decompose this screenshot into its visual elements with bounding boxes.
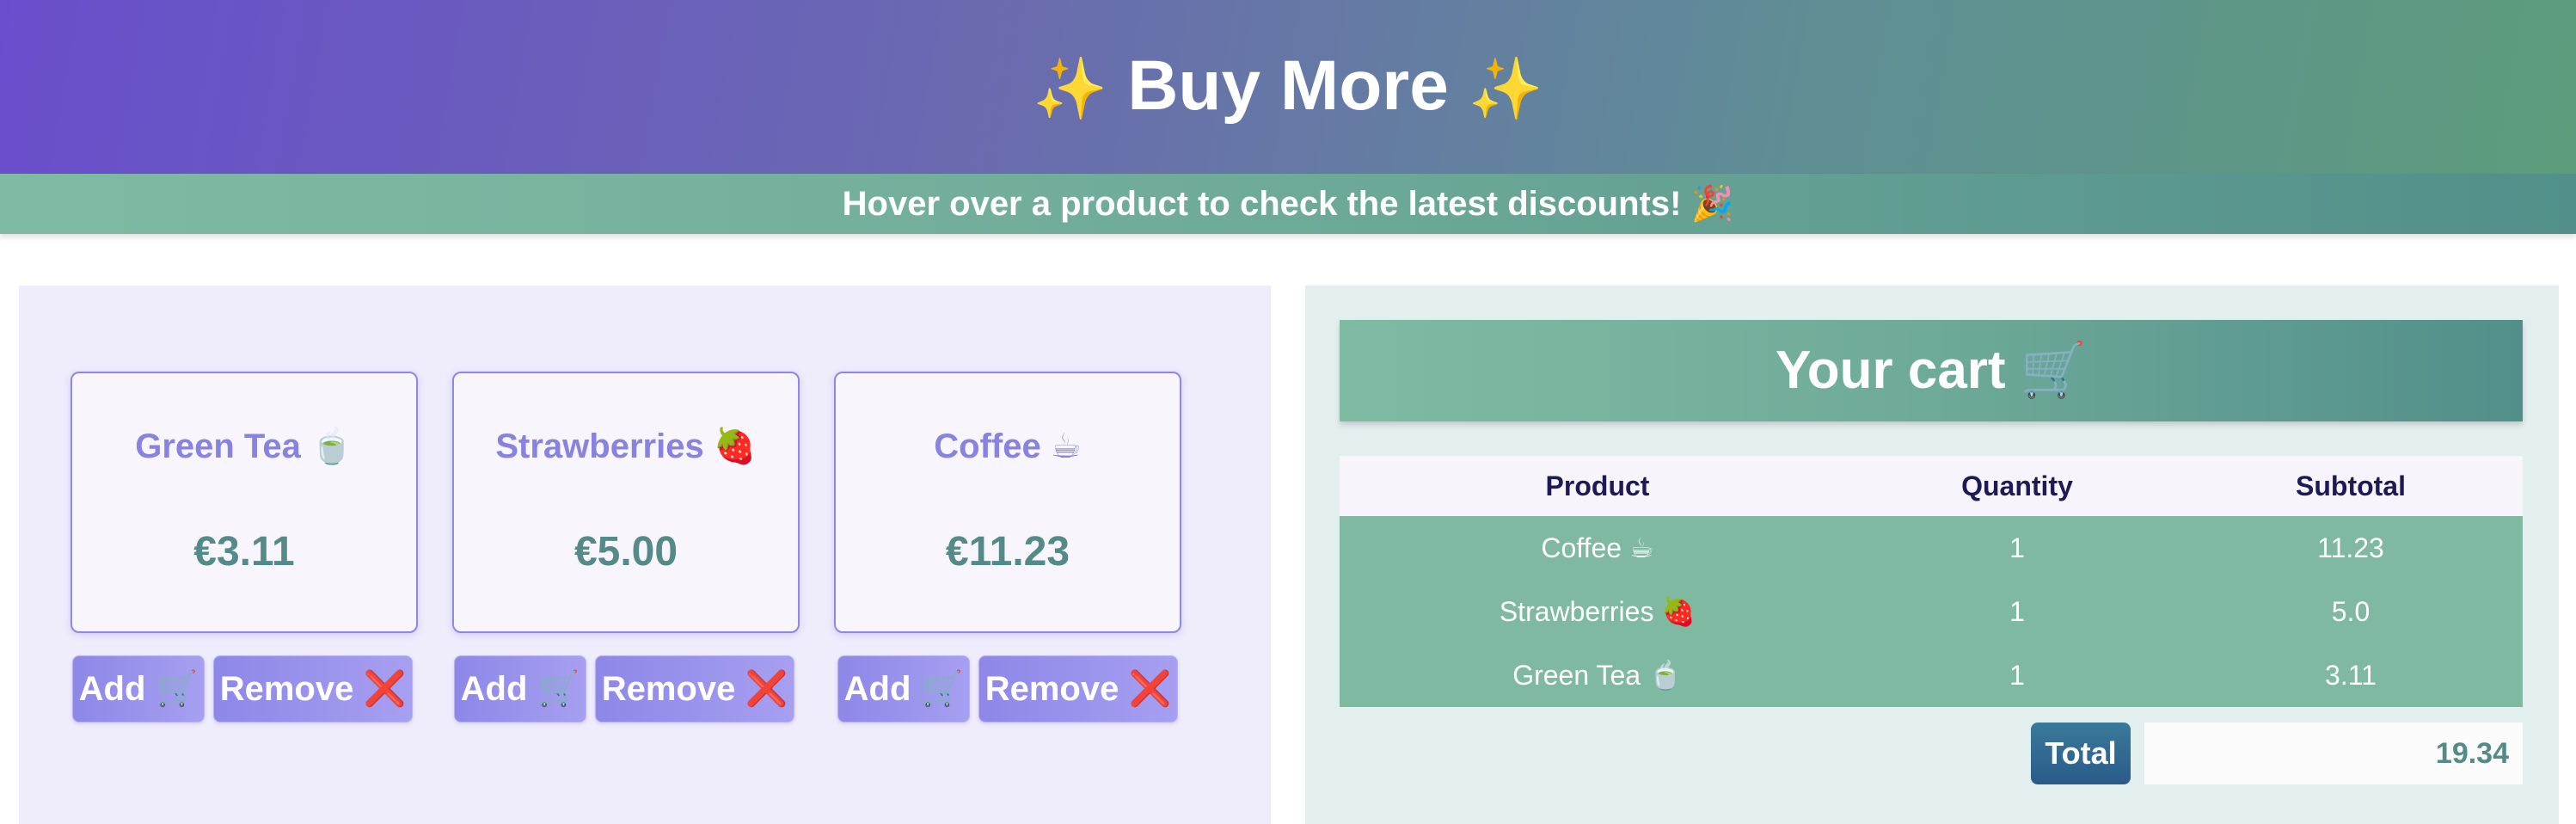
remove-label: Remove — [219, 670, 354, 708]
row-subtotal: 3.11 — [2179, 643, 2523, 707]
table-row: Coffee ☕ 1 11.23 — [1340, 516, 2523, 580]
products-panel: Green Tea 🍵 €3.11 Add 🛒 Remove ❌ Strawbe… — [19, 286, 1271, 824]
row-quantity: 1 — [1855, 643, 2179, 707]
column-header-product: Product — [1340, 456, 1855, 516]
cart-panel: Your cart 🛒 Product Quantity Subtotal Co… — [1305, 286, 2559, 824]
row-product: Green Tea 🍵 — [1340, 643, 1855, 707]
row-product: Strawberries 🍓 — [1340, 580, 1855, 643]
remove-green-tea-button[interactable]: Remove ❌ — [213, 655, 413, 723]
total-label: Total — [2031, 723, 2131, 784]
add-coffee-button[interactable]: Add 🛒 — [837, 655, 970, 723]
column-header-quantity: Quantity — [1855, 456, 2179, 516]
row-quantity: 1 — [1855, 580, 2179, 643]
cart-title: Your cart 🛒 — [1340, 320, 2523, 421]
product-name: Strawberries 🍓 — [495, 427, 757, 465]
row-quantity: 1 — [1855, 516, 2179, 580]
row-product: Coffee ☕ — [1340, 516, 1855, 580]
cross-icon: ❌ — [363, 670, 407, 708]
page-title: ✨ Buy More ✨ — [0, 43, 2576, 132]
row-subtotal: 11.23 — [2179, 516, 2523, 580]
cross-icon: ❌ — [1128, 670, 1172, 708]
product-name: Coffee ☕ — [934, 427, 1082, 465]
table-row: Green Tea 🍵 1 3.11 — [1340, 643, 2523, 707]
table-row: Strawberries 🍓 1 5.0 — [1340, 580, 2523, 643]
discount-banner: Hover over a product to check the latest… — [0, 174, 2576, 234]
product-card-green-tea[interactable]: Green Tea 🍵 €3.11 — [71, 372, 418, 633]
product-price: €11.23 — [945, 529, 1070, 575]
remove-strawberries-button[interactable]: Remove ❌ — [595, 655, 794, 723]
remove-label: Remove — [984, 670, 1119, 708]
add-green-tea-button[interactable]: Add 🛒 — [72, 655, 205, 723]
product-price: €3.11 — [193, 529, 295, 575]
add-strawberries-button[interactable]: Add 🛒 — [454, 655, 586, 723]
column-header-subtotal: Subtotal — [2179, 456, 2523, 516]
product-card-coffee[interactable]: Coffee ☕ €11.23 — [834, 372, 1181, 633]
product-card-strawberries[interactable]: Strawberries 🍓 €5.00 — [452, 372, 800, 633]
cross-icon: ❌ — [745, 670, 788, 708]
remove-label: Remove — [601, 670, 736, 708]
page-header: ✨ Buy More ✨ — [0, 0, 2576, 174]
sparkles-icon: ✨ — [1468, 55, 1543, 122]
sparkles-icon: ✨ — [1033, 55, 1108, 122]
product-name: Green Tea 🍵 — [135, 427, 353, 465]
cart-table-header: Product Quantity Subtotal — [1340, 456, 2523, 516]
product-price: €5.00 — [573, 529, 678, 575]
cart-table: Product Quantity Subtotal Coffee ☕ 1 11.… — [1340, 456, 2523, 707]
page-title-text: Buy More — [1127, 46, 1449, 125]
row-subtotal: 5.0 — [2179, 580, 2523, 643]
total-value: 19.34 — [2144, 723, 2523, 784]
remove-coffee-button[interactable]: Remove ❌ — [978, 655, 1178, 723]
